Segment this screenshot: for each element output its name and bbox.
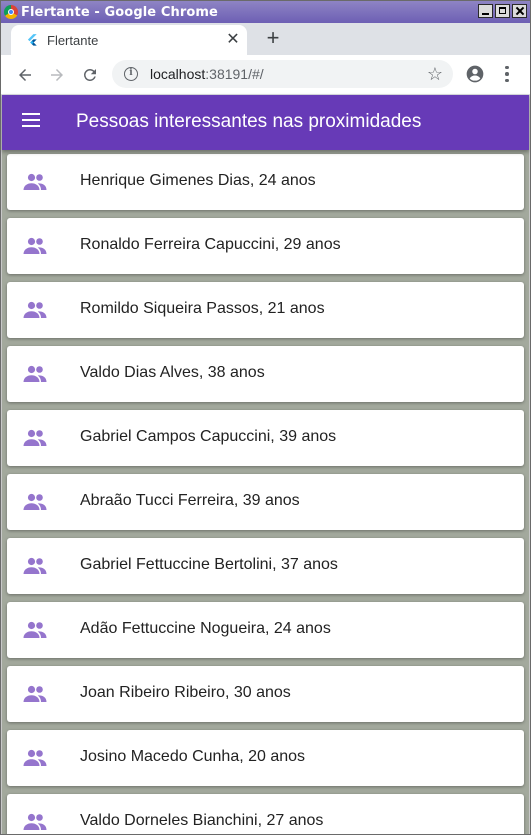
forward-button[interactable] <box>45 63 69 87</box>
arrow-right-icon <box>51 69 63 81</box>
person-label: Josino Macedo Cunha, 20 anos <box>80 748 306 765</box>
tab-close-icon[interactable]: ✕ <box>225 32 241 48</box>
flutter-icon <box>27 34 37 46</box>
list-item[interactable]: Abraão Tucci Ferreira, 39 anos <box>7 474 524 530</box>
arrow-left-icon <box>19 69 31 81</box>
list-item[interactable]: Valdo Dorneles Bianchini, 27 anos <box>7 794 524 834</box>
address-bar[interactable]: i localhost:38191/#/ ☆ <box>112 60 453 88</box>
people-list-container[interactable]: Henrique Gimenes Dias, 24 anos Ronaldo Fe… <box>2 150 529 834</box>
list-item[interactable]: Joan Ribeiro Ribeiro, 30 anos <box>7 666 524 722</box>
hamburger-menu-icon[interactable] <box>22 113 40 127</box>
url-host: localhost <box>150 66 206 82</box>
reload-button[interactable] <box>78 63 102 87</box>
list-item[interactable]: Gabriel Campos Capuccini, 39 anos <box>7 410 524 466</box>
app-title: Pessoas interessantes nas proximidades <box>76 111 422 132</box>
person-label: Joan Ribeiro Ribeiro, 30 anos <box>80 684 291 701</box>
people-icon <box>23 749 47 766</box>
tab-flertante[interactable]: Flertante ✕ <box>11 25 247 55</box>
new-tab-button[interactable]: + <box>263 27 283 49</box>
app-bar: Pessoas interessantes nas proximidades <box>2 95 529 150</box>
people-icon <box>23 365 47 382</box>
back-button[interactable] <box>13 63 37 87</box>
people-icon <box>23 173 47 190</box>
person-label: Henrique Gimenes Dias, 24 anos <box>80 172 316 189</box>
list-item[interactable]: Valdo Dias Alves, 38 anos <box>7 346 524 402</box>
person-label: Valdo Dias Alves, 38 anos <box>80 364 265 381</box>
list-item[interactable]: Gabriel Fettuccine Bertolini, 37 anos <box>7 538 524 594</box>
people-icon <box>23 301 47 318</box>
star-icon[interactable]: ☆ <box>427 64 443 84</box>
minimize-button[interactable] <box>478 4 493 18</box>
info-icon[interactable]: i <box>124 67 138 81</box>
people-icon <box>23 429 47 446</box>
person-label: Gabriel Campos Capuccini, 39 anos <box>80 428 337 445</box>
people-icon <box>23 813 47 830</box>
tab-strip: Flertante ✕ + <box>1 23 530 55</box>
person-label: Abraão Tucci Ferreira, 39 anos <box>80 492 300 509</box>
people-icon <box>23 493 47 510</box>
chrome-logo-icon <box>4 5 18 19</box>
list-item[interactable]: Josino Macedo Cunha, 20 anos <box>7 730 524 786</box>
url-text[interactable]: localhost:38191/#/ <box>150 66 264 82</box>
tab-title: Flertante <box>47 32 99 48</box>
close-window-button[interactable] <box>512 4 527 18</box>
account-circle-icon[interactable] <box>465 64 485 84</box>
list-item[interactable]: Adão Fettuccine Nogueira, 24 anos <box>7 602 524 658</box>
person-label: Ronaldo Ferreira Capuccini, 29 anos <box>80 236 341 253</box>
browser-toolbar: i localhost:38191/#/ ☆ <box>1 55 530 95</box>
window-controls <box>478 4 527 18</box>
list-item[interactable]: Henrique Gimenes Dias, 24 anos <box>7 154 524 210</box>
url-path: :38191/#/ <box>205 66 264 82</box>
title-bar: Flertante - Google Chrome <box>1 1 530 23</box>
more-vert-icon[interactable] <box>501 64 513 84</box>
people-icon <box>23 621 47 638</box>
people-icon <box>23 237 47 254</box>
people-icon <box>23 557 47 574</box>
person-label: Romildo Siqueira Passos, 21 anos <box>80 300 325 317</box>
people-icon <box>23 685 47 702</box>
browser-window: Flertante - Google Chrome Flertante ✕ + <box>0 0 531 835</box>
person-label: Adão Fettuccine Nogueira, 24 anos <box>80 620 331 637</box>
reload-icon <box>83 68 96 81</box>
maximize-button[interactable] <box>495 4 510 18</box>
list-item[interactable]: Romildo Siqueira Passos, 21 anos <box>7 282 524 338</box>
list-item[interactable]: Ronaldo Ferreira Capuccini, 29 anos <box>7 218 524 274</box>
person-label: Valdo Dorneles Bianchini, 27 anos <box>80 812 324 829</box>
person-label: Gabriel Fettuccine Bertolini, 37 anos <box>80 556 338 573</box>
window-title: Flertante - Google Chrome <box>21 4 218 20</box>
